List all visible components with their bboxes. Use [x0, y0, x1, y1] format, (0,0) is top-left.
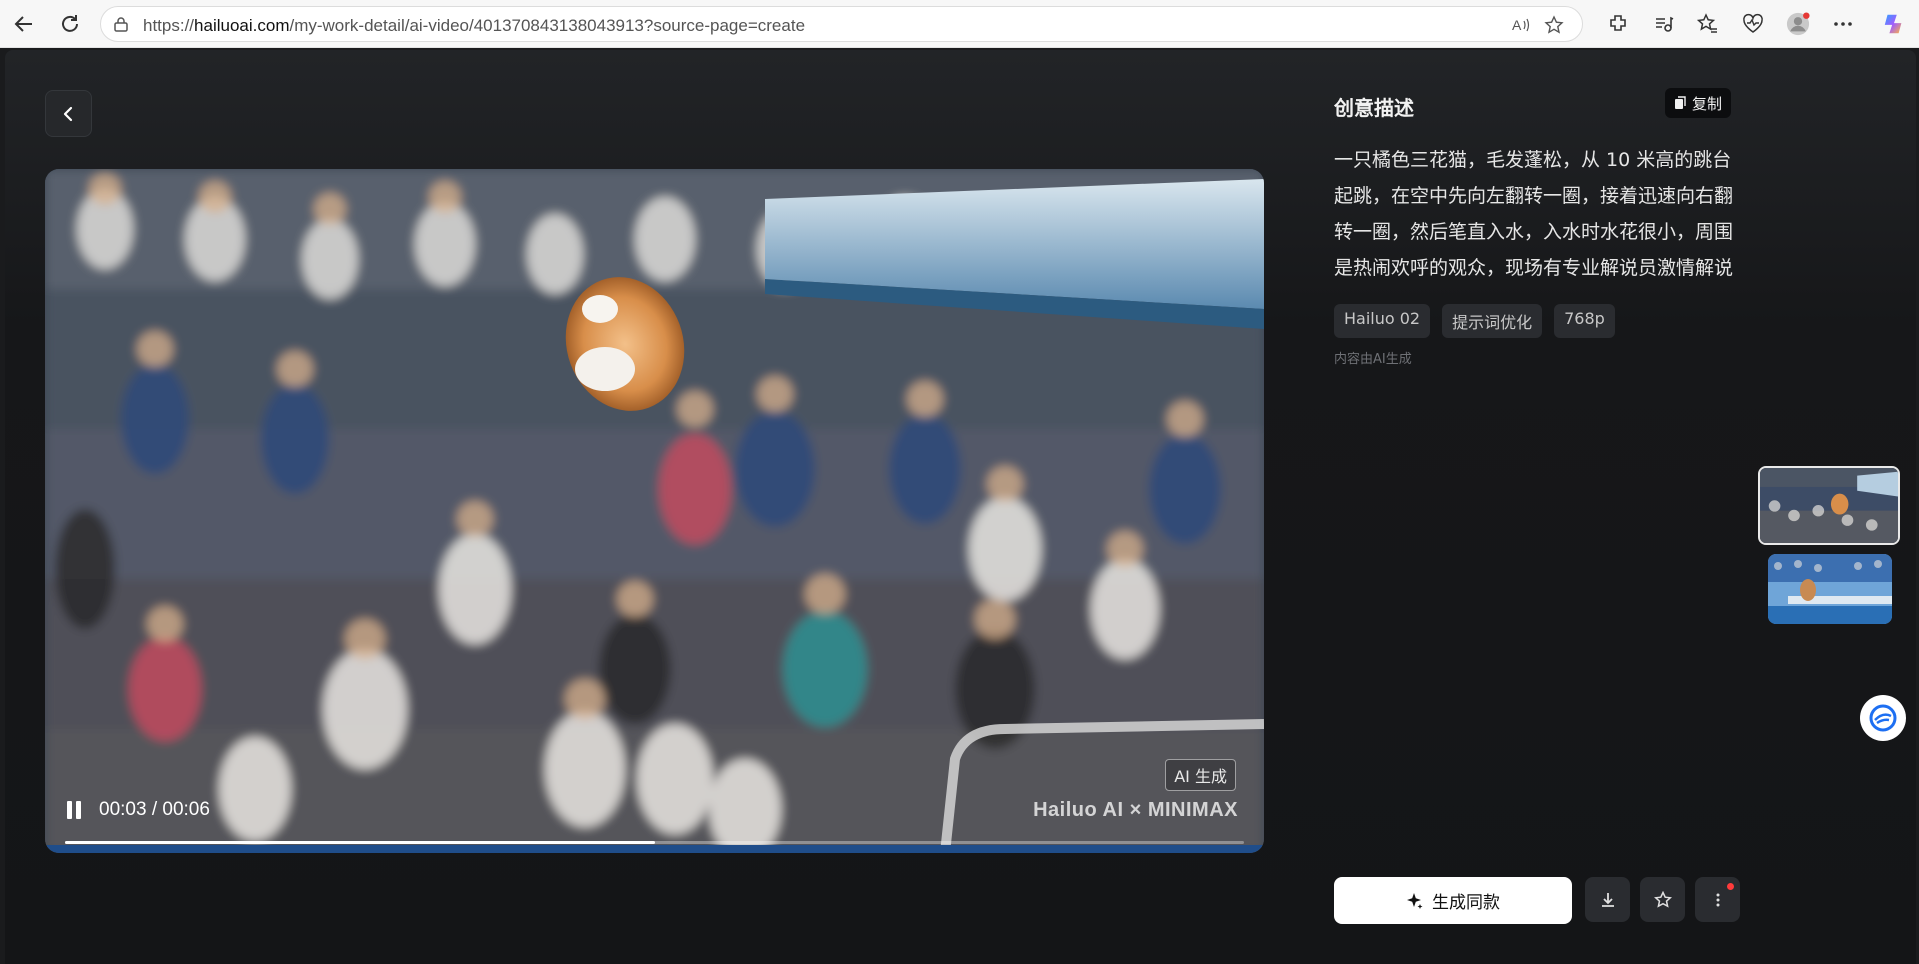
favorite-star-icon[interactable] [1544, 15, 1564, 35]
playback-controls: 00:03 / 00:06 [67, 799, 210, 821]
read-aloud-icon[interactable]: A [1511, 15, 1531, 35]
address-bar[interactable]: https://hailuoai.com/my-work-detail/ai-v… [100, 6, 1583, 42]
download-icon [1601, 892, 1614, 907]
copy-icon [1675, 96, 1686, 109]
back-icon[interactable] [8, 8, 40, 40]
watermark: Hailuo AI × MINIMAX [1033, 799, 1238, 821]
tag-prompt-optimization: 提示词优化 [1442, 304, 1543, 338]
video-thumbnail-active[interactable] [1758, 466, 1900, 545]
more-icon[interactable] [1831, 12, 1855, 36]
assistant-icon [1869, 704, 1897, 732]
chevron-left-icon [63, 106, 72, 121]
tag-list: Hailuo 02 提示词优化 768p [1334, 304, 1615, 338]
ai-content-note: 内容由AI生成 [1334, 352, 1412, 367]
profile-avatar[interactable] [1786, 12, 1810, 36]
sparkle-icon [1407, 892, 1423, 909]
download-button[interactable] [1585, 877, 1630, 922]
time-display: 00:03 / 00:06 [99, 799, 210, 820]
star-icon [1653, 890, 1672, 908]
favorites-icon[interactable] [1696, 12, 1720, 36]
back-button[interactable] [45, 90, 92, 137]
url-text[interactable]: https://hailuoai.com/my-work-detail/ai-v… [143, 16, 805, 36]
notification-dot [1727, 883, 1734, 890]
video-thumbnail[interactable] [1768, 554, 1892, 624]
panel-title: 创意描述 [1334, 96, 1414, 120]
media-icon[interactable] [1651, 12, 1675, 36]
health-icon[interactable] [1741, 12, 1765, 36]
generate-same-label: 生成同款 [1432, 893, 1500, 913]
copy-button[interactable]: 复制 [1665, 88, 1732, 118]
video-frame [45, 169, 1264, 853]
ai-generated-tag: AI 生成 [1165, 759, 1236, 791]
floating-assistant-button[interactable] [1860, 695, 1906, 741]
refresh-icon[interactable] [54, 8, 86, 40]
copy-label: 复制 [1692, 94, 1723, 113]
svg-text:A: A [1512, 17, 1522, 33]
favorite-button[interactable] [1640, 877, 1685, 922]
pause-icon[interactable] [67, 801, 85, 819]
extensions-icon[interactable] [1606, 12, 1630, 36]
video-player[interactable]: AI 生成 Hailuo AI × MINIMAX 00:03 / 00:06 [45, 169, 1264, 853]
browser-toolbar: https://hailuoai.com/my-work-detail/ai-v… [0, 0, 1919, 48]
generate-same-button[interactable]: 生成同款 [1334, 877, 1572, 924]
copilot-icon[interactable] [1882, 12, 1906, 36]
prompt-description: 一只橘色三花猫，毛发蓬松，从 10 米高的跳台起跳，在空中先向左翻转一圈，接着迅… [1334, 149, 1734, 279]
vertical-dots-icon [1716, 893, 1719, 906]
more-options-button[interactable] [1695, 877, 1740, 922]
progress-bar[interactable] [65, 841, 1244, 844]
lock-icon[interactable] [113, 16, 129, 32]
video-detail-page: AI 生成 Hailuo AI × MINIMAX 00:03 / 00:06 … [5, 50, 1916, 964]
tag-model: Hailuo 02 [1334, 304, 1431, 338]
tag-resolution: 768p [1554, 304, 1615, 338]
progress-fill [65, 841, 655, 844]
